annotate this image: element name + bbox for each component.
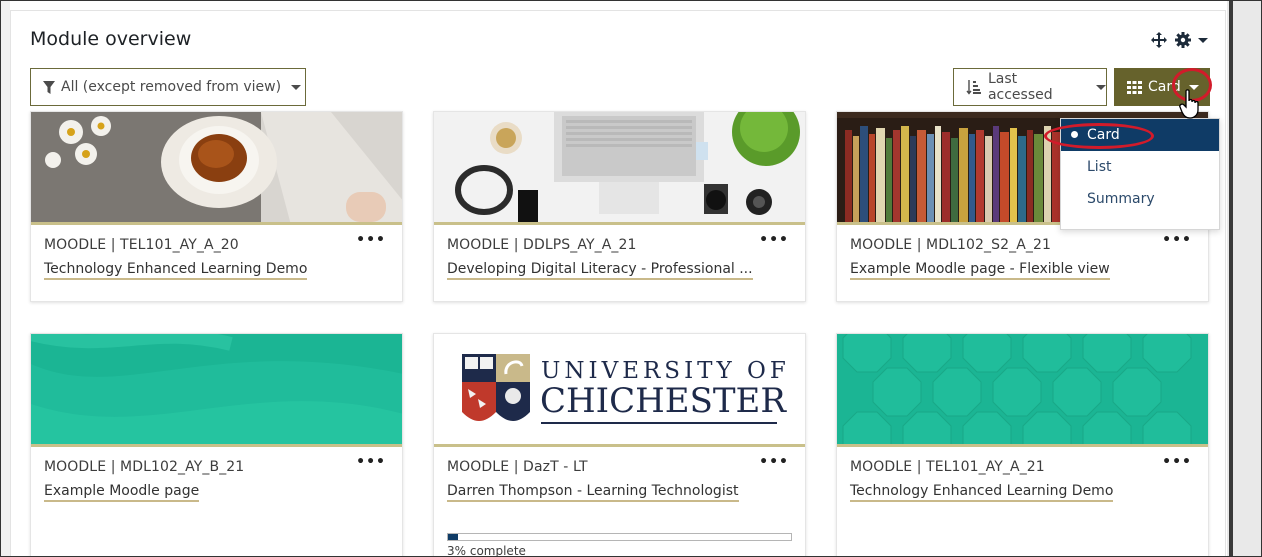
course-category: MOODLE | DDLPS_AY_A_21 [447,237,637,253]
course-card[interactable]: MOODLE | MDL102_AY_B_21 Example Moodle p… [30,333,403,556]
filter-icon [43,80,55,94]
gear-icon[interactable] [1174,31,1192,49]
course-image[interactable] [31,112,402,225]
view-option-list[interactable]: List [1061,151,1219,183]
sort-icon [966,80,981,95]
view-option-summary[interactable]: Summary [1061,183,1219,215]
block-controls [1150,31,1208,49]
view-dropdown-menu: Card List Summary [1060,118,1220,230]
course-progress-bar [447,533,792,541]
more-actions-icon[interactable]: ••• [759,455,789,469]
tea-flowers-photo [31,112,402,222]
course-card[interactable]: MOODLE | DDLPS_AY_A_21 Developing Digita… [433,111,806,302]
progress-fill [448,534,459,540]
course-title-link[interactable]: Example Moodle page - Flexible view [850,261,1110,280]
course-title-link[interactable]: Technology Enhanced Learning Demo [44,261,308,280]
module-overview-block: Module overview All (except removed from… [10,10,1226,557]
course-card[interactable]: MOODLE | TEL101_AY_A_21 Technology Enhan… [836,333,1209,556]
caret-down-icon [1096,84,1106,90]
filter-dropdown-button[interactable]: All (except removed from view) [30,68,306,106]
teal-waves-pattern [31,334,402,444]
left-margin [0,0,10,557]
caret-down-icon [1188,84,1199,90]
view-dropdown-button[interactable]: Card [1114,68,1210,106]
course-category: MOODLE | MDL102_S2_A_21 [850,237,1052,253]
university-name-line2: CHICHESTER [540,381,786,421]
move-icon[interactable] [1150,31,1168,49]
course-image[interactable] [434,112,805,225]
course-title-link[interactable]: Darren Thompson - Learning Technologist [447,483,739,502]
course-image[interactable] [31,334,402,447]
sort-label: Last accessed [987,71,1053,103]
more-actions-icon[interactable]: ••• [356,455,386,469]
filter-label: All (except removed from view) [61,79,282,95]
course-title-link[interactable]: Example Moodle page [44,483,200,502]
desk-laptop-photo [434,112,805,222]
block-title: Module overview [30,28,192,50]
course-image[interactable]: UNIVERSITY OF CHICHESTER [434,334,805,447]
view-option-card[interactable]: Card [1061,119,1219,151]
view-option-label: Summary [1087,191,1155,207]
course-image[interactable] [837,334,1208,447]
course-category: MOODLE | MDL102_AY_B_21 [44,459,245,475]
course-category: MOODLE | DazT - LT [447,459,588,475]
logo-underline [541,422,777,424]
course-card[interactable]: UNIVERSITY OF CHICHESTER MOODLE | DazT -… [433,333,806,557]
course-title-link[interactable]: Technology Enhanced Learning Demo [850,483,1114,502]
more-actions-icon[interactable]: ••• [1162,233,1192,247]
scrollbar-edge [1229,0,1233,557]
caret-down-icon [291,84,302,90]
progress-text: 3% complete [447,544,526,557]
view-option-label: Card [1087,127,1120,143]
chevron-down-icon[interactable] [1198,37,1208,43]
sort-dropdown-button[interactable]: Last accessed [953,68,1107,106]
course-category: MOODLE | TEL101_AY_A_21 [850,459,1045,475]
grid-icon [1127,80,1142,94]
course-card[interactable]: MOODLE | TEL101_AY_A_20 Technology Enhan… [30,111,403,302]
more-actions-icon[interactable]: ••• [1162,455,1192,469]
course-title-link[interactable]: Developing Digital Literacy - Profession… [447,261,753,280]
more-actions-icon[interactable]: ••• [759,233,789,247]
more-actions-icon[interactable]: ••• [356,233,386,247]
course-category: MOODLE | TEL101_AY_A_20 [44,237,239,253]
view-option-label: List [1087,159,1112,175]
view-label: Card [1148,79,1181,95]
selected-bullet-icon [1071,131,1078,138]
teal-octagon-pattern [837,334,1208,444]
